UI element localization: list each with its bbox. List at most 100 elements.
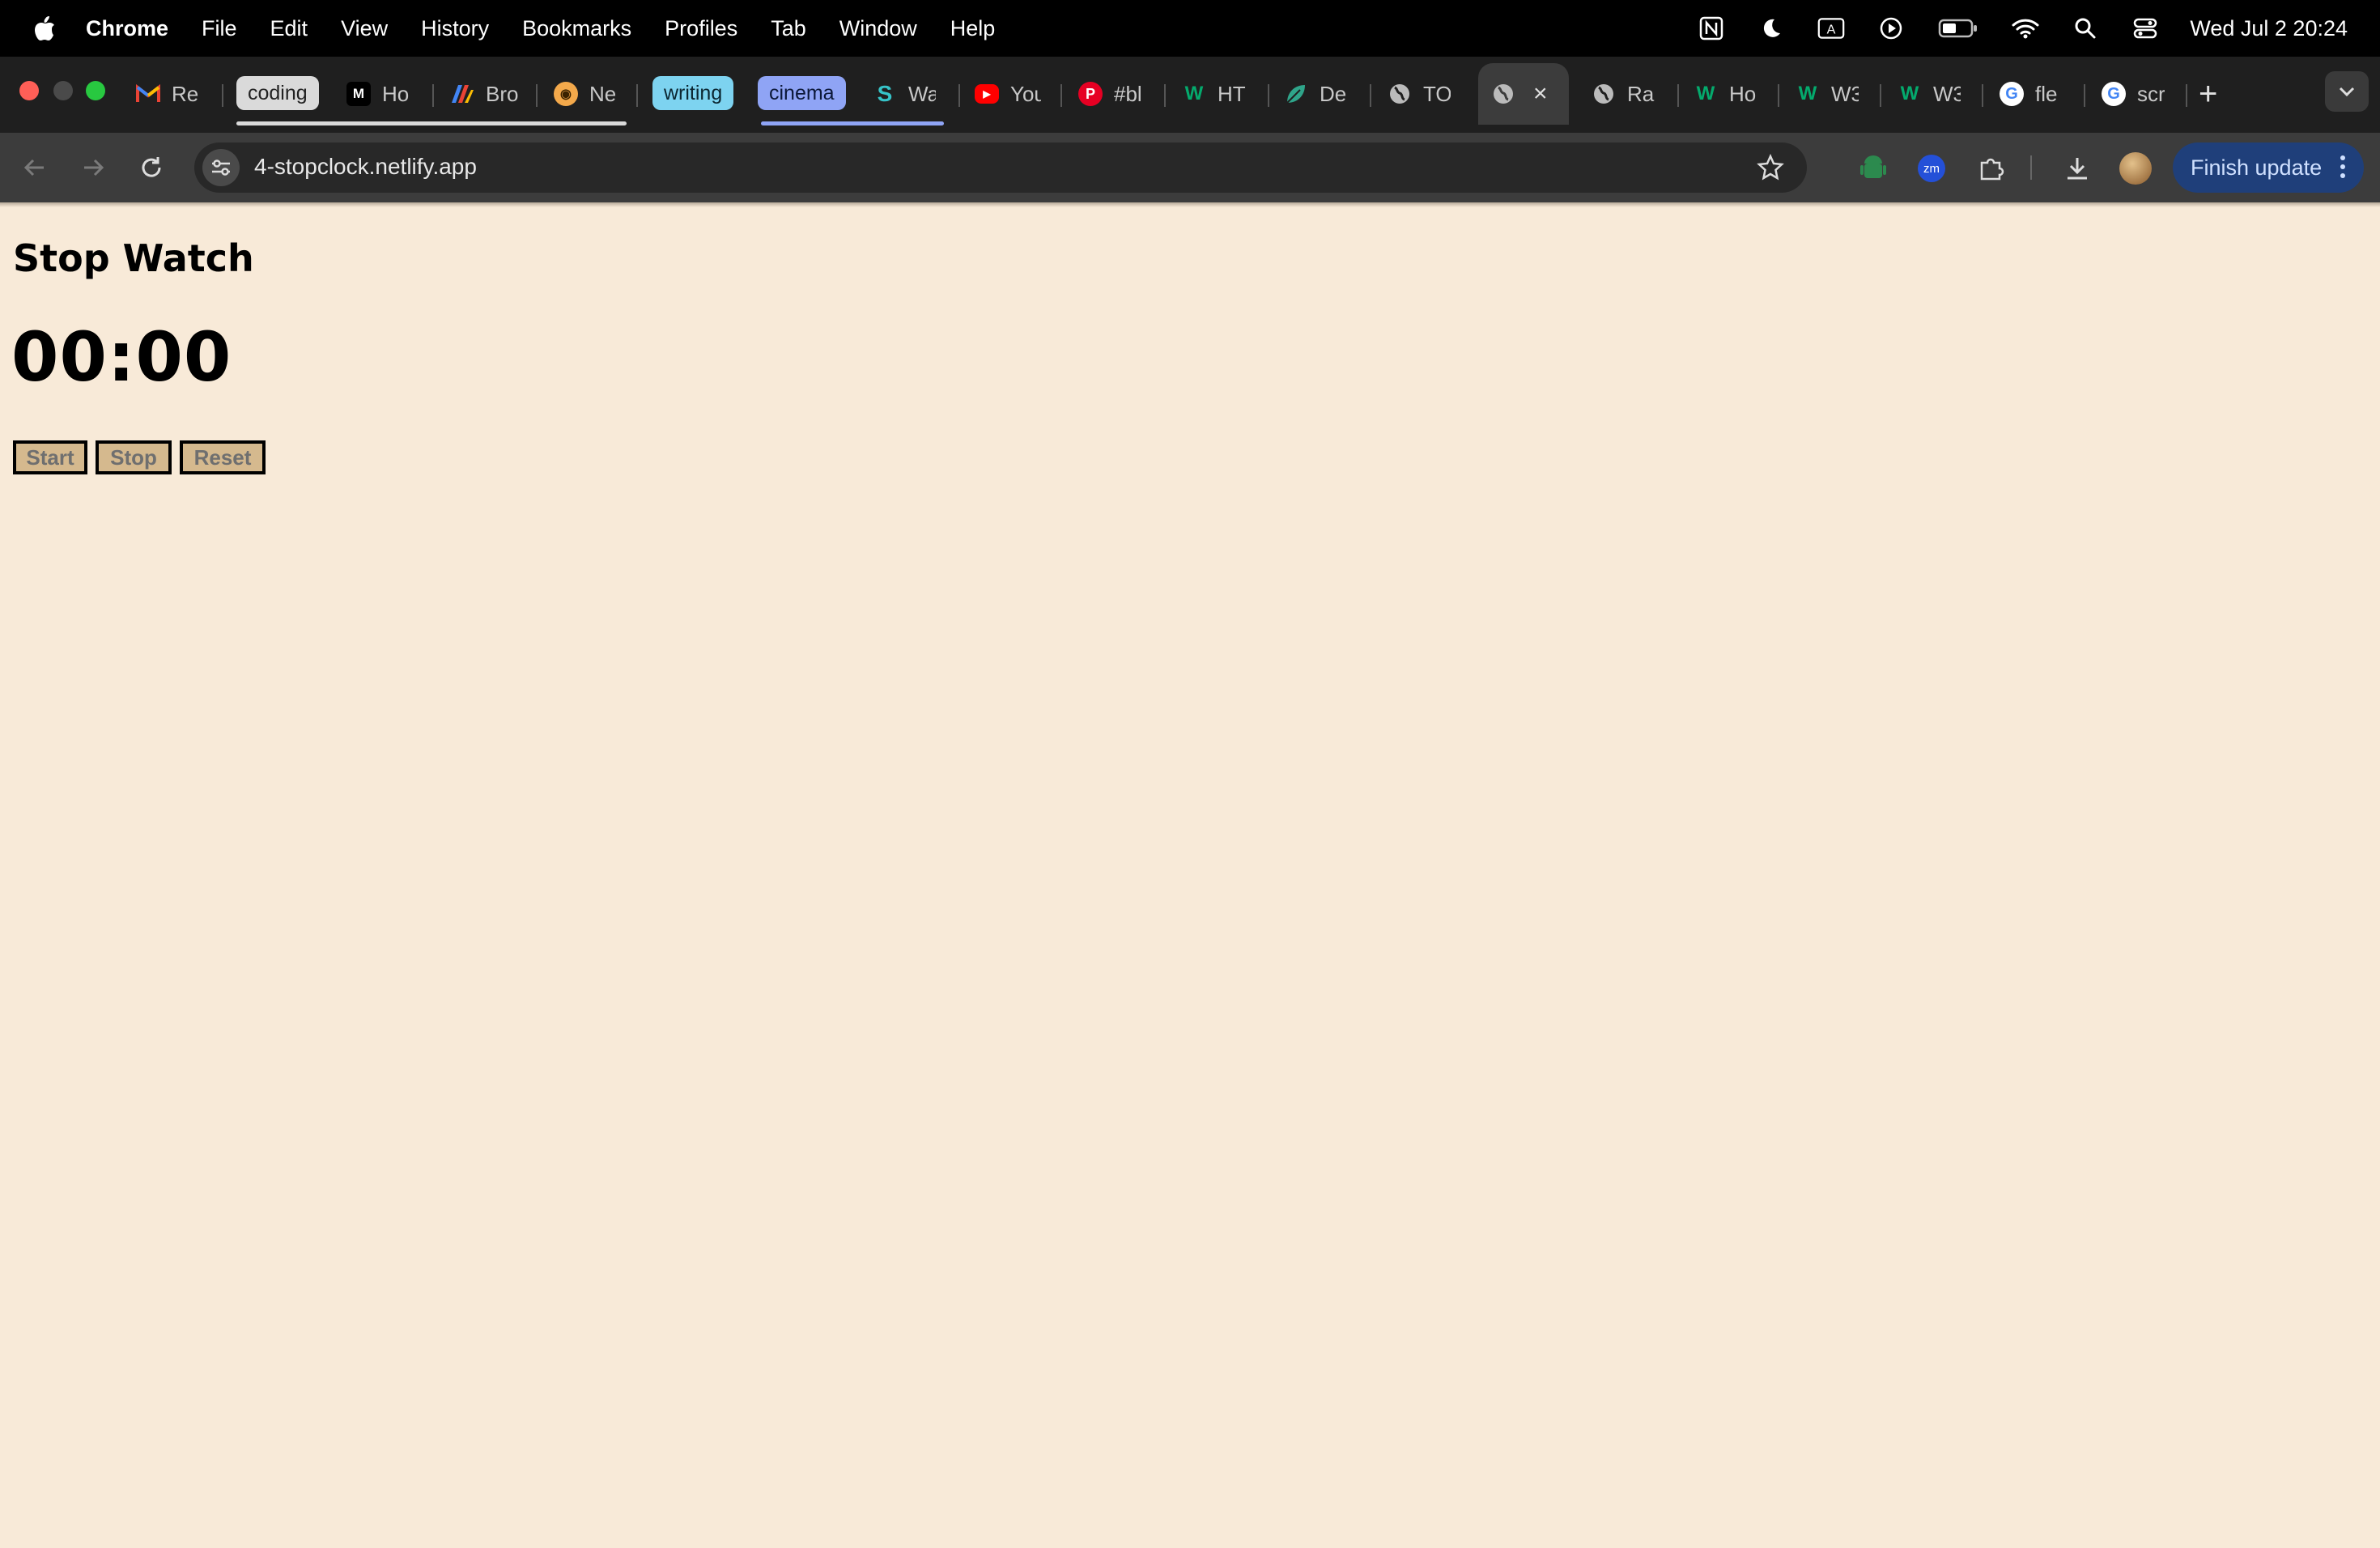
tab-google-fle[interactable]: G fle <box>2000 63 2063 125</box>
window-close-icon[interactable] <box>19 81 39 100</box>
reload-icon[interactable] <box>136 152 167 183</box>
start-button[interactable]: Start <box>13 440 87 474</box>
input-source-icon[interactable]: A <box>1817 15 1845 42</box>
window-minimize-icon[interactable] <box>53 81 73 100</box>
tab-title: Bro <box>486 81 518 106</box>
green-leaf-icon <box>1284 82 1308 106</box>
control-center-icon[interactable] <box>2131 15 2159 42</box>
tab-group-cinema[interactable]: cinema <box>758 76 846 110</box>
tab-ne[interactable]: ◉ Ne <box>554 63 617 125</box>
url-text[interactable]: 4-stopclock.netlify.app <box>254 154 477 180</box>
tab-divider <box>1164 84 1166 107</box>
tab-divider <box>1677 84 1679 107</box>
android-extension-icon[interactable] <box>1857 152 1889 185</box>
tab-group-writing[interactable]: writing <box>652 76 734 110</box>
tab-divider <box>1778 84 1779 107</box>
menu-view[interactable]: View <box>341 16 388 41</box>
tab-title: fle <box>2035 81 2058 106</box>
tab-gmail[interactable]: Re <box>136 63 199 125</box>
menu-edit[interactable]: Edit <box>270 16 308 41</box>
finish-update-label: Finish update <box>2191 155 2323 180</box>
medium-icon: M <box>346 82 371 106</box>
globe-icon <box>1491 82 1515 106</box>
back-arrow-icon[interactable] <box>19 152 50 183</box>
address-bar[interactable]: 4-stopclock.netlify.app <box>194 142 1807 193</box>
tab-title: De <box>1320 81 1347 106</box>
tab-to[interactable]: TO <box>1388 63 1451 125</box>
tab-medium[interactable]: M Ho <box>346 63 410 125</box>
tab-divider <box>2084 84 2085 107</box>
tab-title: You <box>1010 81 1041 106</box>
finish-update-button[interactable]: Finish update <box>2173 142 2364 193</box>
svg-text:A: A <box>1827 22 1836 36</box>
timer-display: 00:00 <box>11 317 232 397</box>
menu-window[interactable]: Window <box>839 16 917 41</box>
notion-icon[interactable] <box>1698 15 1725 42</box>
tab-pinterest[interactable]: P #bl <box>1078 63 1143 125</box>
menu-bookmarks[interactable]: Bookmarks <box>522 16 631 41</box>
spotlight-search-icon[interactable] <box>2072 15 2099 42</box>
youtube-icon: ▶ <box>975 84 999 104</box>
tab-ra[interactable]: Ra <box>1592 63 1655 125</box>
battery-icon[interactable] <box>1937 15 1979 42</box>
wifi-icon[interactable] <box>2012 15 2039 42</box>
tab-title: HT <box>1218 81 1246 106</box>
globe-icon <box>1592 82 1616 106</box>
tab-google-scr[interactable]: G scr <box>2102 63 2165 125</box>
forward-arrow-icon[interactable] <box>78 152 108 183</box>
bookmark-star-icon[interactable] <box>1757 153 1784 185</box>
stop-button[interactable]: Stop <box>96 440 172 474</box>
play-circle-icon[interactable] <box>1877 15 1905 42</box>
window-zoom-icon[interactable] <box>86 81 105 100</box>
macos-menu-bar: Chrome File Edit View History Bookmarks … <box>0 0 2380 57</box>
tab-de[interactable]: De <box>1284 63 1347 125</box>
tab-youtube[interactable]: ▶ You <box>975 63 1041 125</box>
menu-tab[interactable]: Tab <box>771 16 806 41</box>
new-tab-icon[interactable]: + <box>2199 63 2217 125</box>
zoom-extension-icon[interactable]: zm <box>1915 152 1948 185</box>
w3-icon: W <box>1900 83 1919 104</box>
tab-divider <box>1880 84 1881 107</box>
moon-icon[interactable] <box>1757 15 1785 42</box>
tab-divider <box>432 84 434 107</box>
tab-divider <box>636 84 638 107</box>
page-content: Stop Watch 00:00 Start Stop Reset <box>0 204 2380 1548</box>
download-icon[interactable] <box>2061 152 2093 185</box>
tab-group-coding[interactable]: coding <box>236 76 319 110</box>
tab-w3-ho[interactable]: W Ho <box>1694 63 1757 125</box>
gmail-icon <box>136 82 160 106</box>
tab-w3-b[interactable]: W W3 <box>1898 63 1961 125</box>
close-tab-icon[interactable]: × <box>1533 80 1548 108</box>
page-title: Stop Watch <box>13 236 254 280</box>
tab-title: Ne <box>589 81 617 106</box>
tab-title: #bl <box>1114 81 1142 106</box>
profile-avatar[interactable] <box>2119 152 2152 185</box>
tab-search-chevron-icon[interactable] <box>2325 71 2369 112</box>
multicolor-icon <box>450 82 474 106</box>
apple-icon[interactable] <box>32 15 57 42</box>
menu-app-name[interactable]: Chrome <box>86 16 168 41</box>
tab-divider <box>958 84 960 107</box>
menu-bar-clock[interactable]: Wed Jul 2 20:24 <box>2190 16 2348 41</box>
tab-divider <box>1060 84 1062 107</box>
menu-history[interactable]: History <box>421 16 489 41</box>
site-settings-icon[interactable] <box>202 149 240 186</box>
tiger-icon: ◉ <box>554 82 578 106</box>
tab-title: Re <box>172 81 199 106</box>
menu-profiles[interactable]: Profiles <box>665 16 737 41</box>
tab-divider <box>1268 84 1269 107</box>
tab-title: Ho <box>382 81 410 106</box>
google-icon: G <box>2102 82 2126 106</box>
tab-w3-ht[interactable]: W HT <box>1182 63 1247 125</box>
tab-active-stopwatch[interactable]: × <box>1478 63 1569 125</box>
menu-file[interactable]: File <box>202 16 237 41</box>
reset-button[interactable]: Reset <box>180 440 266 474</box>
tab-w3-a[interactable]: W W3 <box>1796 63 1859 125</box>
extensions-puzzle-icon[interactable] <box>1975 152 2008 185</box>
w3-icon: W <box>1798 83 1817 104</box>
tab-title: W3 <box>1831 81 1859 106</box>
tab-wa[interactable]: S Wa <box>873 63 936 125</box>
more-vertical-icon[interactable] <box>2340 154 2346 185</box>
menu-help[interactable]: Help <box>950 16 996 41</box>
tab-bro[interactable]: Bro <box>450 63 518 125</box>
